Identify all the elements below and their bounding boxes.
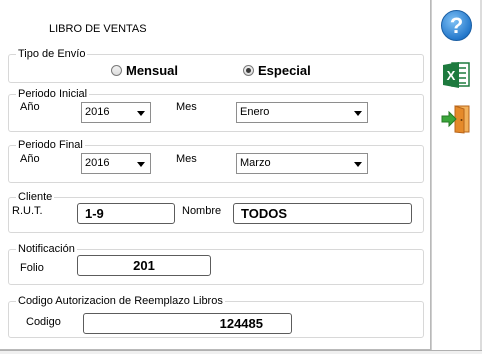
cliente-legend: Cliente xyxy=(16,191,55,204)
window-bottom-border xyxy=(0,350,482,354)
periodo-inicial-group: Periodo Inicial Año 2016 Mes Enero xyxy=(8,88,424,132)
nombre-label: Nombre xyxy=(182,205,222,217)
periodo-inicial-month-select[interactable]: Enero xyxy=(236,102,368,123)
chevron-down-icon[interactable] xyxy=(137,111,145,116)
exit-door-icon[interactable] xyxy=(440,102,473,135)
notificacion-group: Notificación Folio 201 xyxy=(8,243,424,285)
chevron-down-icon[interactable] xyxy=(354,111,362,116)
side-toolbar: ? X xyxy=(431,0,480,352)
envio-group: Tipo de Envío Mensual Especial xyxy=(8,48,424,83)
radio-mensual-indicator[interactable] xyxy=(111,65,122,76)
exit-button[interactable] xyxy=(440,102,473,135)
periodo-inicial-year-label: Año xyxy=(20,101,40,113)
folio-field[interactable]: 201 xyxy=(77,255,211,276)
export-excel-button[interactable]: X xyxy=(440,58,473,91)
svg-text:?: ? xyxy=(450,13,463,38)
radio-especial-indicator[interactable] xyxy=(243,65,254,76)
excel-icon[interactable]: X xyxy=(440,58,473,91)
radio-especial[interactable]: Especial xyxy=(243,63,311,78)
nombre-field[interactable]: TODOS xyxy=(233,203,412,224)
radio-especial-label[interactable]: Especial xyxy=(258,63,311,78)
rut-field[interactable]: 1-9 xyxy=(77,203,175,224)
codigo-label: Codigo xyxy=(26,316,61,328)
periodo-inicial-year-value: 2016 xyxy=(85,106,110,118)
codigo-legend: Codigo Autorizacion de Reemplazo Libros xyxy=(16,295,225,308)
svg-text:X: X xyxy=(447,68,456,83)
chevron-down-icon[interactable] xyxy=(354,162,362,167)
periodo-final-legend: Periodo Final xyxy=(16,139,85,152)
periodo-final-group: Periodo Final Año 2016 Mes Marzo xyxy=(8,139,424,183)
periodo-inicial-legend: Periodo Inicial xyxy=(16,88,90,101)
rut-label: R.U.T. xyxy=(12,205,43,217)
periodo-inicial-month-value: Enero xyxy=(240,106,270,118)
cliente-group: Cliente R.U.T. 1-9 Nombre TODOS xyxy=(8,191,424,233)
periodo-inicial-year-select[interactable]: 2016 xyxy=(81,102,151,123)
main-panel: LIBRO DE VENTAS Tipo de Envío Mensual Es… xyxy=(0,0,431,350)
chevron-down-icon[interactable] xyxy=(137,162,145,167)
codigo-field[interactable]: 124485 xyxy=(83,313,292,334)
help-button[interactable]: ? xyxy=(440,9,473,42)
periodo-final-month-value: Marzo xyxy=(240,157,271,169)
periodo-final-month-label: Mes xyxy=(176,153,197,165)
codigo-group: Codigo Autorizacion de Reemplazo Libros … xyxy=(8,295,424,338)
periodo-final-month-select[interactable]: Marzo xyxy=(236,153,368,174)
window-title: LIBRO DE VENTAS xyxy=(49,23,147,35)
radio-mensual[interactable]: Mensual xyxy=(111,63,178,78)
periodo-final-year-select[interactable]: 2016 xyxy=(81,153,151,174)
envio-legend: Tipo de Envío xyxy=(16,48,88,61)
periodo-final-year-value: 2016 xyxy=(85,157,110,169)
periodo-inicial-month-label: Mes xyxy=(176,101,197,113)
help-icon[interactable]: ? xyxy=(440,9,473,42)
notificacion-legend: Notificación xyxy=(16,243,77,256)
radio-mensual-label[interactable]: Mensual xyxy=(126,63,178,78)
folio-label: Folio xyxy=(20,262,44,274)
periodo-final-year-label: Año xyxy=(20,153,40,165)
